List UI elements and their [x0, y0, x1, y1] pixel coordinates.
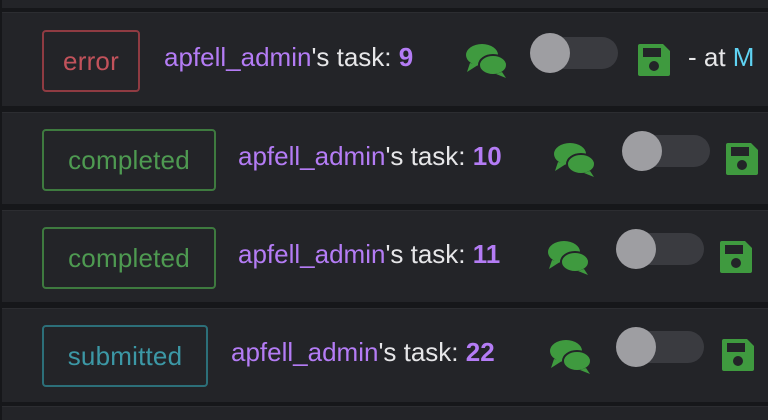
task-label: 's task:: [385, 141, 473, 171]
status-badge: completed: [42, 227, 216, 289]
save-icon[interactable]: [636, 42, 672, 78]
task-toggle[interactable]: [530, 33, 618, 73]
task-number[interactable]: 22: [466, 337, 495, 367]
task-label: 's task:: [385, 239, 473, 269]
toggle-knob: [616, 327, 656, 367]
toggle-knob: [622, 131, 662, 171]
trail-link[interactable]: M: [733, 42, 755, 72]
trail-text: - at: [688, 42, 733, 72]
task-label: 's task:: [378, 337, 466, 367]
toggle-knob: [530, 33, 570, 73]
task-title[interactable]: apfell_admin's task: 10: [238, 141, 502, 171]
task-trail: - at M: [688, 42, 754, 72]
toggle-knob: [616, 229, 656, 269]
task-row[interactable]: submitted apfell_admin's task: 22: [2, 308, 768, 402]
task-number[interactable]: 10: [473, 141, 502, 171]
task-title[interactable]: apfell_admin's task: 22: [231, 337, 495, 367]
task-username[interactable]: apfell_admin: [231, 337, 378, 367]
comments-icon[interactable]: [548, 337, 594, 375]
status-badge: completed: [42, 129, 216, 191]
comments-icon[interactable]: [464, 41, 510, 79]
task-toggle[interactable]: [616, 327, 704, 367]
task-number[interactable]: 11: [473, 239, 501, 269]
task-username[interactable]: apfell_admin: [238, 239, 385, 269]
save-icon[interactable]: [724, 141, 760, 177]
task-label: 's task:: [311, 42, 399, 72]
task-row[interactable]: completed apfell_admin's task: 11: [2, 210, 768, 302]
task-title[interactable]: apfell_admin's task: 11: [238, 239, 500, 269]
task-toggle[interactable]: [622, 131, 710, 171]
task-toggle[interactable]: [616, 229, 704, 269]
task-username[interactable]: apfell_admin: [164, 42, 311, 72]
comments-icon[interactable]: [546, 238, 592, 276]
task-username[interactable]: apfell_admin: [238, 141, 385, 171]
status-badge: error: [42, 30, 140, 92]
comments-icon[interactable]: [552, 140, 598, 178]
previous-row-edge: [2, 0, 768, 8]
task-row[interactable]: error apfell_admin's task: 9 - at M: [2, 12, 768, 106]
task-row[interactable]: completed apfell_admin's task: 10: [2, 112, 768, 204]
task-title[interactable]: apfell_admin's task: 9: [164, 42, 413, 72]
status-badge: submitted: [42, 325, 208, 387]
task-number[interactable]: 9: [399, 42, 413, 72]
task-list: error apfell_admin's task: 9 - at M comp…: [0, 0, 768, 420]
save-icon[interactable]: [720, 337, 756, 373]
next-row-edge: [2, 406, 768, 420]
save-icon[interactable]: [718, 239, 754, 275]
